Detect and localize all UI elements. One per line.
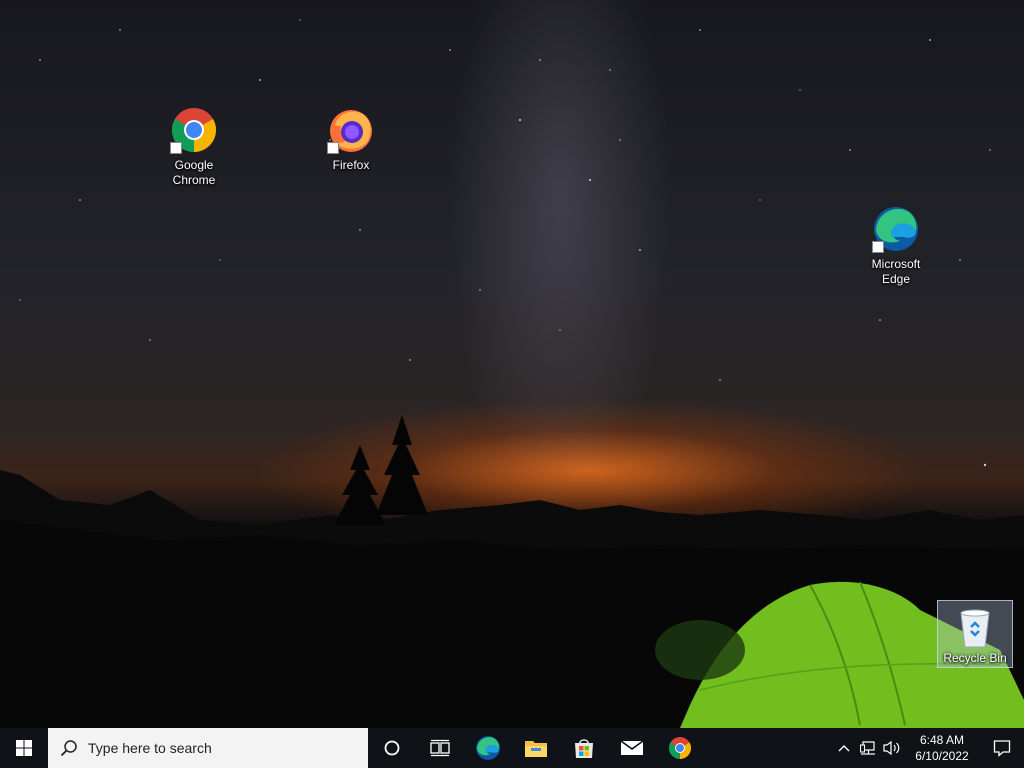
task-view-icon: [430, 739, 450, 757]
volume-button[interactable]: [880, 728, 904, 768]
system-tray: 6:48 AM 6/10/2022: [832, 728, 1024, 768]
desktop-icon-label: Google Chrome: [172, 158, 216, 187]
cortana-icon: [384, 740, 400, 756]
microsoft-store-button[interactable]: [560, 728, 608, 768]
action-center-button[interactable]: [980, 728, 1024, 768]
taskbar-chrome-button[interactable]: [656, 728, 704, 768]
desktop-icon-recycle-bin[interactable]: Recycle Bin: [937, 600, 1013, 668]
chrome-icon: [669, 737, 691, 759]
desktop-icon-microsoft-edge[interactable]: Microsoft Edge: [858, 205, 934, 287]
taskbar-edge-button[interactable]: [464, 728, 512, 768]
taskbar-clock[interactable]: 6:48 AM 6/10/2022: [904, 728, 980, 768]
task-view-button[interactable]: [416, 728, 464, 768]
firefox-icon: [327, 106, 375, 154]
start-button[interactable]: [0, 728, 48, 768]
search-placeholder: Type here to search: [88, 740, 212, 756]
chevron-up-icon: [838, 745, 850, 752]
shortcut-arrow-icon: [327, 142, 339, 154]
network-icon: [860, 741, 875, 755]
search-icon: [60, 740, 77, 757]
file-explorer-icon: [525, 741, 547, 757]
desktop-wallpaper: [0, 0, 1024, 728]
shortcut-arrow-icon: [872, 241, 884, 253]
chrome-icon: [170, 106, 218, 154]
taskbar-search-box[interactable]: Type here to search: [48, 728, 368, 768]
windows-logo-icon: [16, 740, 32, 756]
taskbar: Type here to search 6:48 AM 6/10/2022: [0, 728, 1024, 768]
file-explorer-button[interactable]: [512, 728, 560, 768]
cortana-button[interactable]: [368, 728, 416, 768]
edge-icon: [476, 736, 500, 760]
mail-icon: [620, 740, 644, 755]
desktop-icon-label: Firefox: [332, 158, 370, 172]
store-icon: [575, 739, 593, 758]
show-hidden-icons-button[interactable]: [832, 728, 856, 768]
shortcut-arrow-icon: [170, 142, 182, 154]
notification-icon: [993, 740, 1011, 757]
wallpaper-landscape: [0, 19, 1024, 728]
clock-time: 6:48 AM: [919, 733, 965, 747]
clock-date: 6/10/2022: [915, 749, 969, 763]
desktop-icon-label: Microsoft Edge: [871, 257, 921, 286]
desktop-icon-firefox[interactable]: Firefox: [313, 106, 389, 173]
desktop-icon-label: Recycle Bin: [943, 651, 1007, 665]
recycle-bin-icon: [951, 603, 999, 651]
network-button[interactable]: [856, 728, 880, 768]
edge-icon: [872, 205, 920, 253]
mail-button[interactable]: [608, 728, 656, 768]
desktop-icon-google-chrome[interactable]: Google Chrome: [156, 106, 232, 188]
speaker-icon: [883, 740, 900, 756]
